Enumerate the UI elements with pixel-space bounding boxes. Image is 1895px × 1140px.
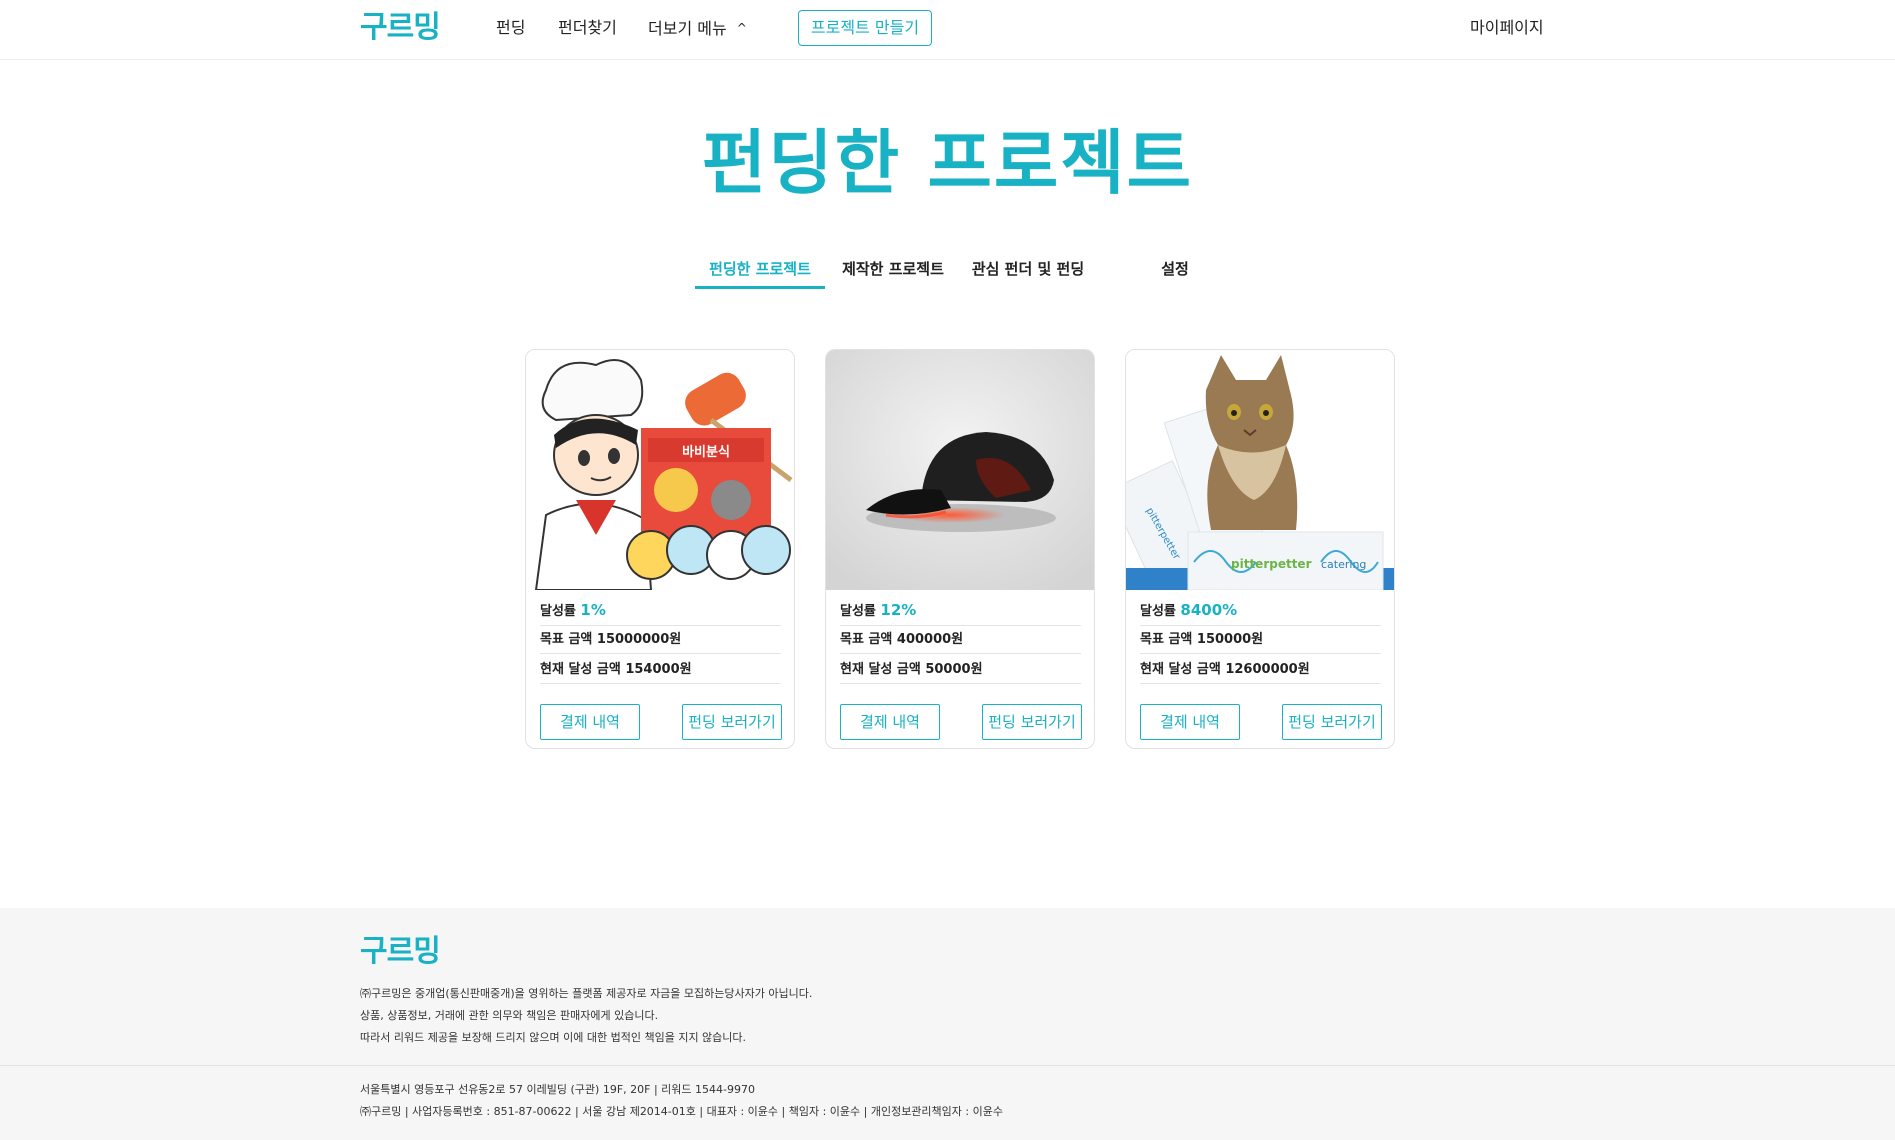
project-image-cartoon-chef[interactable]: 바비분식 (526, 350, 794, 590)
logo[interactable]: 구르밍 (360, 8, 441, 48)
footer-company-info: ㈜구르밍 | 사업자등록번호 : 851-87-00622 | 서울 강남 제2… (360, 1105, 1003, 1118)
goal-value: 15000000원 (596, 632, 682, 647)
goal-label: 목표 금액 (840, 632, 893, 647)
chevron-up-icon: ^ (736, 21, 747, 35)
rate-value: 12% (880, 601, 917, 619)
nav-funding[interactable]: 펀딩 (496, 17, 525, 39)
current-amount: 현재 달성 금액 50000원 (840, 659, 1081, 684)
current-label: 현재 달성 금액 (1140, 662, 1221, 677)
tab-funded-projects[interactable]: 펀딩한 프로젝트 (695, 255, 825, 289)
achievement-rate: 달성률 8400% (1140, 599, 1381, 626)
current-value: 154000원 (625, 662, 692, 677)
view-funding-button[interactable]: 펀딩 보러가기 (1282, 704, 1382, 740)
achievement-rate: 달성률 1% (540, 599, 781, 626)
tab-settings[interactable]: 설정 (1125, 255, 1225, 289)
goal-value: 150000원 (1196, 632, 1264, 647)
current-value: 50000원 (925, 662, 983, 677)
project-card: pitterpetter pitterpetter catering 달성률 8… (1125, 349, 1395, 749)
nav-find-funder[interactable]: 펀더찾기 (558, 17, 617, 39)
goal-label: 목표 금액 (1140, 632, 1193, 647)
goal-value: 400000원 (896, 632, 964, 647)
create-project-button[interactable]: 프로젝트 만들기 (798, 10, 932, 46)
goal-amount: 목표 금액 15000000원 (540, 629, 781, 654)
footer-logo: 구르밍 (360, 934, 441, 969)
project-image-black-cap[interactable] (826, 350, 1094, 590)
project-card: 바비분식 달성률 1% 목표 금액 15000000원 현재 달성 금액 154… (525, 349, 795, 749)
project-image-cat-catering[interactable]: pitterpetter pitterpetter catering (1126, 350, 1394, 590)
view-funding-button[interactable]: 펀딩 보러가기 (982, 704, 1082, 740)
goal-amount: 목표 금액 400000원 (840, 629, 1081, 654)
current-label: 현재 달성 금액 (840, 662, 921, 677)
current-label: 현재 달성 금액 (540, 662, 621, 677)
current-amount: 현재 달성 금액 12600000원 (1140, 659, 1381, 684)
box-brand-sub-text: catering (1321, 558, 1366, 571)
rate-label: 달성률 (540, 604, 576, 619)
tab-created-projects[interactable]: 제작한 프로젝트 (828, 255, 958, 289)
footer-address: 서울특별시 영등포구 선유동2로 57 이레빌딩 (구관) 19F, 20F |… (360, 1083, 755, 1096)
footer-divider (0, 1065, 1895, 1066)
goal-label: 목표 금액 (540, 632, 593, 647)
payment-history-button[interactable]: 결제 내역 (540, 704, 640, 740)
payment-history-button[interactable]: 결제 내역 (1140, 704, 1240, 740)
book-title-text: 바비분식 (682, 444, 730, 460)
current-value: 12600000원 (1225, 662, 1310, 677)
tab-favorite-funders[interactable]: 관심 펀더 및 펀딩 (961, 255, 1095, 289)
project-card: 달성률 12% 목표 금액 400000원 현재 달성 금액 50000원 결제… (825, 349, 1095, 749)
footer: 구르밍 ㈜구르밍은 중개업(통신판매중개)을 영위하는 플랫폼 제공자로 자금을… (0, 908, 1895, 1140)
nav-more-label: 더보기 메뉴 (648, 19, 727, 38)
achievement-rate: 달성률 12% (840, 599, 1081, 626)
payment-history-button[interactable]: 결제 내역 (840, 704, 940, 740)
rate-value: 1% (580, 601, 606, 619)
rate-label: 달성률 (1140, 604, 1176, 619)
page-title: 펀딩한 프로젝트 (701, 122, 1194, 204)
box-brand-main-text: pitterpetter (1231, 557, 1312, 571)
top-navbar: 구르밍 펀딩 펀더찾기 더보기 메뉴 ^ 프로젝트 만들기 마이페이지 (0, 0, 1895, 60)
rate-value: 8400% (1180, 601, 1238, 619)
footer-notice-2: 상품, 상품정보, 거래에 관한 의무와 책임은 판매자에게 있습니다. (360, 1009, 659, 1022)
mypage-link[interactable]: 마이페이지 (1470, 17, 1544, 39)
footer-notice-3: 따라서 리워드 제공을 보장해 드리지 않으며 이에 대한 법적인 책임을 지지… (360, 1031, 747, 1044)
nav-more-menu[interactable]: 더보기 메뉴 ^ (648, 17, 747, 40)
footer-notice-1: ㈜구르밍은 중개업(통신판매중개)을 영위하는 플랫폼 제공자로 자금을 모집하… (360, 987, 813, 1000)
goal-amount: 목표 금액 150000원 (1140, 629, 1381, 654)
view-funding-button[interactable]: 펀딩 보러가기 (682, 704, 782, 740)
rate-label: 달성률 (840, 604, 876, 619)
current-amount: 현재 달성 금액 154000원 (540, 659, 781, 684)
